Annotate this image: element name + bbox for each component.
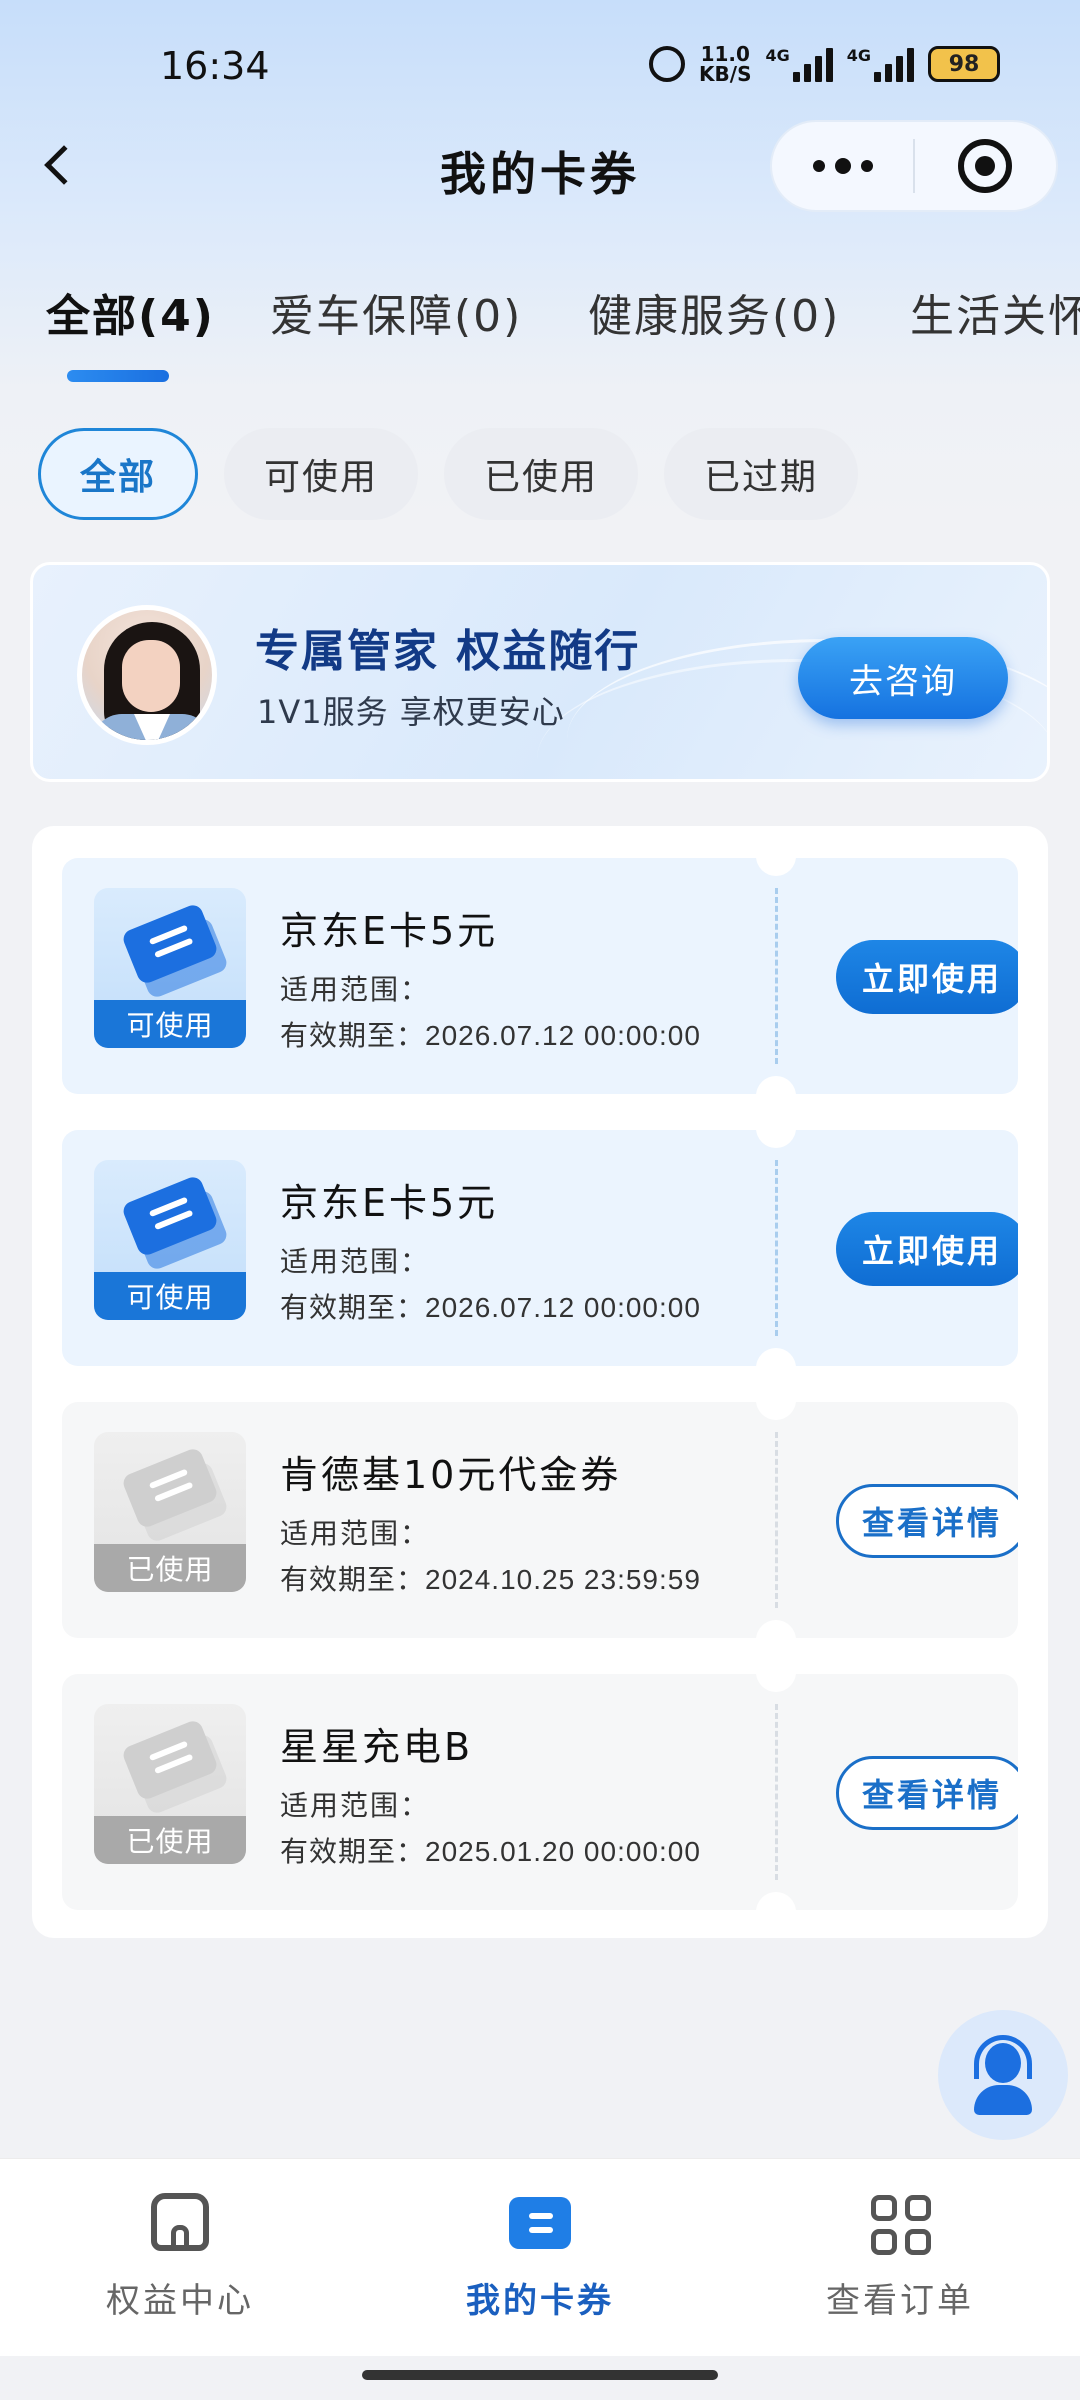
- nav-benefits-center[interactable]: 权益中心: [30, 2189, 330, 2322]
- coupon-name: 星星充电B: [280, 1725, 474, 1769]
- filter-expired[interactable]: 已过期: [664, 428, 858, 520]
- use-now-button[interactable]: 立即使用: [836, 1212, 1018, 1286]
- coupon-validity: 有效期至：2026.07.12 00:00:00: [280, 1286, 701, 1326]
- coupon-item: 已使用 肯德基10元代金券 适用范围： 有效期至：2024.10.25 23:5…: [62, 1402, 1018, 1638]
- coupon-item: 可使用 京东E卡5元 适用范围： 有效期至：2026.07.12 00:00:0…: [62, 1130, 1018, 1366]
- nav-view-orders[interactable]: 查看订单: [750, 2189, 1050, 2322]
- validity-label: 有效期至：: [280, 1019, 426, 1052]
- tab-life-care[interactable]: 生活关怀: [910, 280, 1080, 344]
- validity-date: 2026.07.12 00:00:00: [425, 1292, 701, 1323]
- coupon-ticket-icon: 可使用: [94, 1160, 246, 1320]
- coupon-status-badge: 可使用: [94, 1000, 246, 1048]
- nav-label: 我的卡券: [466, 2281, 614, 2321]
- home-icon: [145, 2189, 215, 2259]
- net-speed-unit: KB/S: [699, 62, 752, 86]
- banner-subtitle: 1V1服务 享权更安心: [257, 693, 565, 731]
- tab-car-protection[interactable]: 爱车保障(0): [270, 280, 522, 344]
- target-icon: [958, 139, 1013, 193]
- use-now-button[interactable]: 立即使用: [836, 940, 1018, 1014]
- close-mini-program-button[interactable]: [915, 139, 1056, 193]
- coupon-ticket-icon: 已使用: [94, 1704, 246, 1864]
- more-button[interactable]: [772, 158, 913, 174]
- page: 16:34 11.0 KB/S 4G 4G 98 我的卡券 全部(4) 爱车保障…: [0, 0, 1080, 2400]
- network-type-1: 4G: [765, 46, 790, 65]
- coupon-validity: 有效期至：2024.10.25 23:59:59: [280, 1558, 701, 1598]
- coupon-ticket-icon: 可使用: [94, 888, 246, 1048]
- filter-used[interactable]: 已使用: [444, 428, 638, 520]
- banner-title: 专属管家 权益随行: [255, 626, 641, 677]
- filter-all[interactable]: 全部: [38, 428, 198, 520]
- coupon-validity: 有效期至：2025.01.20 00:00:00: [280, 1830, 701, 1870]
- coupon-ticket-icon: 已使用: [94, 1432, 246, 1592]
- coupon-status-badge: 已使用: [94, 1816, 246, 1864]
- active-tab-indicator: [67, 370, 169, 382]
- network-type-2: 4G: [846, 46, 871, 65]
- status-icons: 11.0 KB/S 4G 4G 98: [649, 44, 1000, 84]
- status-filters: 全部 可使用 已使用 已过期: [38, 428, 858, 520]
- butler-banner: 专属管家 权益随行 1V1服务 享权更安心 去咨询: [30, 562, 1050, 782]
- coupon-list: 可使用 京东E卡5元 适用范围： 有效期至：2026.07.12 00:00:0…: [32, 826, 1048, 1938]
- mini-program-capsule: [770, 120, 1058, 212]
- headset-agent-icon: [968, 2035, 1038, 2115]
- coupon-status-badge: 可使用: [94, 1272, 246, 1320]
- bottom-nav: 权益中心 我的卡券 查看订单: [0, 2158, 1080, 2356]
- home-indicator[interactable]: [362, 2370, 718, 2380]
- view-details-button[interactable]: 查看详情: [836, 1484, 1018, 1558]
- coupon-scope: 适用范围：: [280, 1245, 431, 1278]
- validity-label: 有效期至：: [280, 1563, 426, 1596]
- grid-icon: [865, 2189, 935, 2259]
- coupon-validity: 有效期至：2026.07.12 00:00:00: [280, 1014, 701, 1054]
- validity-date: 2025.01.20 00:00:00: [425, 1836, 701, 1867]
- battery-icon: 98: [928, 46, 1000, 82]
- coupon-scope: 适用范围：: [280, 973, 431, 1006]
- validity-label: 有效期至：: [280, 1291, 426, 1324]
- signal-2-icon: 4G: [847, 46, 914, 82]
- view-details-button[interactable]: 查看详情: [836, 1756, 1018, 1830]
- validity-date: 2024.10.25 23:59:59: [425, 1564, 701, 1595]
- coupon-name: 京东E卡5元: [280, 1181, 499, 1225]
- avatar: [77, 605, 217, 745]
- title-bar: 我的卡券: [0, 120, 1080, 212]
- nav-my-coupons[interactable]: 我的卡券: [390, 2189, 690, 2322]
- customer-service-button[interactable]: [938, 2010, 1068, 2140]
- filter-usable[interactable]: 可使用: [224, 428, 418, 520]
- tab-all[interactable]: 全部(4): [46, 280, 215, 344]
- nav-label: 权益中心: [106, 2281, 254, 2321]
- network-speed: 11.0 KB/S: [699, 44, 751, 84]
- coupon-name: 京东E卡5元: [280, 909, 499, 953]
- validity-label: 有效期至：: [280, 1835, 426, 1868]
- coupon-item: 已使用 星星充电B 适用范围： 有效期至：2025.01.20 00:00:00…: [62, 1674, 1018, 1910]
- consult-button[interactable]: 去咨询: [798, 637, 1008, 719]
- coupon-item: 可使用 京东E卡5元 适用范围： 有效期至：2026.07.12 00:00:0…: [62, 858, 1018, 1094]
- tab-health-service[interactable]: 健康服务(0): [588, 280, 840, 344]
- coupon-scope: 适用范围：: [280, 1789, 431, 1822]
- validity-date: 2026.07.12 00:00:00: [425, 1020, 701, 1051]
- coupon-icon: [505, 2189, 575, 2259]
- signal-1-icon: 4G: [765, 46, 833, 82]
- do-not-disturb-icon: [649, 46, 686, 82]
- category-tabs: 全部(4) 爱车保障(0) 健康服务(0) 生活关怀: [0, 280, 1080, 380]
- coupon-scope: 适用范围：: [280, 1517, 431, 1550]
- status-bar: 16:34 11.0 KB/S 4G 4G 98: [0, 0, 1080, 130]
- coupon-status-badge: 已使用: [94, 1544, 246, 1592]
- status-time: 16:34: [160, 44, 270, 88]
- coupon-name: 肯德基10元代金券: [280, 1453, 622, 1497]
- nav-label: 查看订单: [826, 2281, 974, 2321]
